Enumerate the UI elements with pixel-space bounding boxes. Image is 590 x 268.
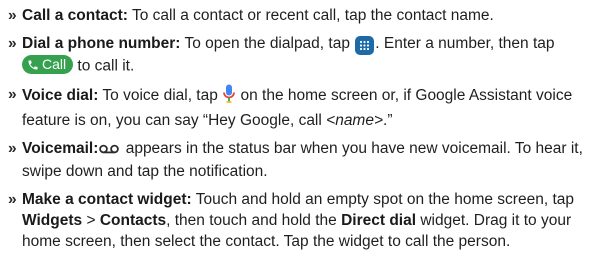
contacts-menu-label: Contacts [99,211,167,229]
name-placeholder: <name> [326,111,384,129]
item-text: Touch and hold an empty spot on the home… [191,190,574,208]
item-text: To call a contact or recent call, tap th… [127,7,494,24]
voicemail-icon [99,140,120,161]
item-title: Call a contact: [22,7,128,24]
list-item-call-contact: » Call a contact: To call a contact or r… [8,5,584,26]
list-item-voice-dial: » Voice dial: To voice dial, tap on the … [8,84,584,131]
direct-dial-label: Direct dial [341,211,417,229]
item-text: , then touch and hold the [166,211,342,229]
call-button-label: Call [42,56,67,72]
item-text: To open the dialpad, tap [180,35,355,52]
item-text: To voice dial, tap [98,86,223,104]
bullet-marker: » [8,85,17,103]
dialpad-icon [355,36,375,55]
item-text: to call it. [73,57,135,75]
microphone-icon [223,84,236,110]
list-item-voicemail: » Voicemail: appears in the status bar w… [8,138,584,182]
list-item-dial-number: » Dial a phone number: To open the dialp… [8,33,584,77]
instruction-list: » Call a contact: To call a contact or r… [8,5,584,252]
bullet-marker: » [8,35,17,52]
bullet-marker: » [8,190,17,208]
document-body: » Call a contact: To call a contact or r… [0,0,590,268]
item-title: Make a contact widget: [22,190,192,208]
phone-icon [28,60,38,69]
item-text: . Enter a number, then tap [375,35,555,52]
widgets-menu-label: Widgets [22,211,83,229]
list-item-contact-widget: » Make a contact widget: Touch and hold … [8,189,584,252]
item-title: Voice dial: [22,86,99,104]
call-button-image: Call [22,55,74,74]
item-title: Voicemail: [22,139,99,157]
bullet-marker: » [8,139,17,157]
path-separator: > [82,211,100,229]
item-title: Dial a phone number: [22,35,181,52]
item-text: .” [383,111,393,129]
bullet-marker: » [8,7,17,24]
